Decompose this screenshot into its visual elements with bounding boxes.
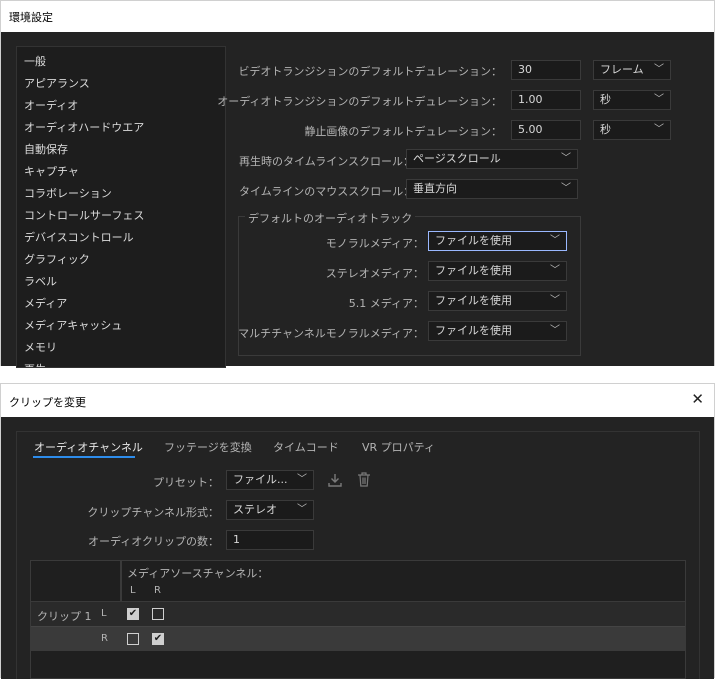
playback-scroll-value: ページスクロール — [413, 152, 501, 165]
clip-count-label: オーディオクリップの数： — [87, 535, 219, 548]
mouse-scroll-value: 垂直方向 — [413, 182, 457, 195]
table-row: クリップ 1 L ✔ — [31, 601, 685, 626]
mono-select[interactable]: ファイルを使用 ﹀ — [428, 231, 567, 251]
surround-value: ファイルを使用 — [435, 294, 512, 307]
column-header-l: L — [130, 585, 136, 596]
column-header-r: R — [154, 585, 161, 596]
category-item[interactable]: ラベル — [24, 273, 57, 289]
video-transition-input[interactable]: 30 — [511, 60, 581, 80]
chevron-down-icon: ﹀ — [654, 64, 664, 75]
chevron-down-icon: ﹀ — [550, 295, 560, 306]
category-item[interactable]: メモリ — [24, 339, 57, 355]
category-item[interactable]: 一般 — [24, 53, 46, 69]
checkbox-r-r[interactable]: ✔ — [152, 633, 164, 645]
channel-label: L — [101, 608, 107, 619]
tab-audio-channels[interactable]: オーディオチャンネル — [34, 439, 143, 455]
playback-scroll-label: 再生時のタイムラインスクロール： — [239, 155, 415, 168]
channel-table: メディアソースチャンネル： L R クリップ 1 L ✔ R ✔ — [30, 560, 686, 679]
chevron-down-icon: ﹀ — [297, 504, 307, 515]
multichannel-select[interactable]: ファイルを使用 ﹀ — [428, 321, 567, 341]
preset-value: ファイル... — [233, 473, 288, 486]
category-item[interactable]: オーディオ — [24, 97, 78, 113]
clip-count-input[interactable]: 1 — [226, 530, 314, 550]
audio-tracks-legend: デフォルトのオーディオトラック — [245, 210, 416, 226]
audio-transition-label: オーディオトランジションのデフォルトデュレーション： — [217, 95, 502, 108]
channel-format-label: クリップチャンネル形式： — [87, 506, 219, 519]
multichannel-value: ファイルを使用 — [435, 324, 512, 337]
clip-label: クリップ 1 — [37, 610, 92, 623]
unit-value: 秒 — [600, 93, 611, 106]
mouse-scroll-label: タイムラインのマウススクロール： — [239, 185, 415, 198]
mono-label: モノラルメディア： — [325, 237, 424, 250]
preset-select[interactable]: ファイル... ﹀ — [226, 470, 314, 490]
category-item[interactable]: コントロールサーフェス — [24, 207, 144, 223]
close-icon[interactable]: ✕ — [691, 390, 704, 408]
still-image-label: 静止画像のデフォルトデュレーション： — [304, 125, 502, 138]
checkbox-l-l[interactable]: ✔ — [127, 608, 139, 620]
category-item[interactable]: コラボレーション — [24, 185, 112, 201]
preferences-window: 環境設定 一般 アピアランス オーディオ オーディオハードウエア 自動保存 キャ… — [0, 0, 715, 368]
category-item[interactable]: アピアランス — [24, 75, 90, 91]
chevron-down-icon: ﹀ — [297, 474, 307, 485]
category-item[interactable]: 再生 — [24, 361, 46, 367]
category-item[interactable]: デバイスコントロール — [24, 229, 134, 245]
modify-clip-body: オーディオチャンネル フッテージを変換 タイムコード VR プロパティ プリセッ… — [1, 417, 714, 679]
chevron-down-icon: ﹀ — [561, 153, 571, 164]
table-header: メディアソースチャンネル： — [127, 567, 269, 580]
active-tab-underline — [33, 456, 135, 458]
still-image-input[interactable]: 5.00 — [511, 120, 581, 140]
mouse-scroll-select[interactable]: 垂直方向 ﹀ — [406, 179, 578, 199]
still-image-unit-select[interactable]: 秒 ﹀ — [593, 120, 671, 140]
checkbox-r-l[interactable] — [127, 633, 139, 645]
tab-timecode[interactable]: タイムコード — [273, 439, 339, 455]
unit-value: フレーム — [600, 63, 644, 76]
category-item[interactable]: メディアキャッシュ — [24, 317, 122, 333]
unit-value: 秒 — [600, 123, 611, 136]
modify-clip-window: クリップを変更 ✕ オーディオチャンネル フッテージを変換 タイムコード VR … — [0, 383, 715, 679]
table-left-column — [31, 561, 121, 601]
chevron-down-icon: ﹀ — [654, 124, 664, 135]
preferences-body: 一般 アピアランス オーディオ オーディオハードウエア 自動保存 キャプチャ コ… — [1, 32, 714, 368]
category-item[interactable]: 自動保存 — [24, 141, 68, 157]
multichannel-label: マルチチャンネルモノラルメディア： — [238, 327, 424, 340]
mono-value: ファイルを使用 — [435, 234, 512, 247]
modify-clip-title: クリップを変更 — [9, 396, 86, 409]
stereo-label: ステレオメディア： — [325, 267, 424, 280]
audio-transition-input[interactable]: 1.00 — [511, 90, 581, 110]
audio-transition-unit-select[interactable]: 秒 ﹀ — [593, 90, 671, 110]
chevron-down-icon: ﹀ — [561, 183, 571, 194]
tab-convert-footage[interactable]: フッテージを変換 — [164, 439, 252, 455]
checkbox-l-r[interactable] — [152, 608, 164, 620]
channel-label: R — [101, 633, 108, 644]
category-item[interactable]: オーディオハードウエア — [24, 119, 144, 135]
chevron-down-icon: ﹀ — [550, 235, 560, 246]
stereo-select[interactable]: ファイルを使用 ﹀ — [428, 261, 567, 281]
surround-select[interactable]: ファイルを使用 ﹀ — [428, 291, 567, 311]
trash-icon[interactable] — [356, 471, 372, 488]
channel-format-select[interactable]: ステレオ ﹀ — [226, 500, 314, 520]
category-item[interactable]: メディア — [24, 295, 67, 311]
category-list[interactable]: 一般 アピアランス オーディオ オーディオハードウエア 自動保存 キャプチャ コ… — [16, 46, 226, 368]
stereo-value: ファイルを使用 — [435, 264, 512, 277]
channel-format-value: ステレオ — [233, 503, 277, 516]
preset-label: プリセット： — [153, 476, 219, 489]
chevron-down-icon: ﹀ — [654, 94, 664, 105]
table-row: R ✔ — [31, 626, 685, 651]
surround-label: 5.1 メディア： — [348, 297, 424, 310]
preferences-title: 環境設定 — [9, 11, 53, 24]
chevron-down-icon: ﹀ — [550, 265, 560, 276]
category-item[interactable]: グラフィック — [24, 251, 90, 267]
category-item[interactable]: キャプチャ — [24, 163, 79, 179]
tab-vr-properties[interactable]: VR プロパティ — [362, 439, 435, 455]
playback-scroll-select[interactable]: ページスクロール ﹀ — [406, 149, 578, 169]
video-transition-unit-select[interactable]: フレーム ﹀ — [593, 60, 671, 80]
video-transition-label: ビデオトランジションのデフォルトデュレーション： — [238, 65, 502, 78]
chevron-down-icon: ﹀ — [550, 325, 560, 336]
save-preset-icon[interactable] — [327, 472, 343, 488]
